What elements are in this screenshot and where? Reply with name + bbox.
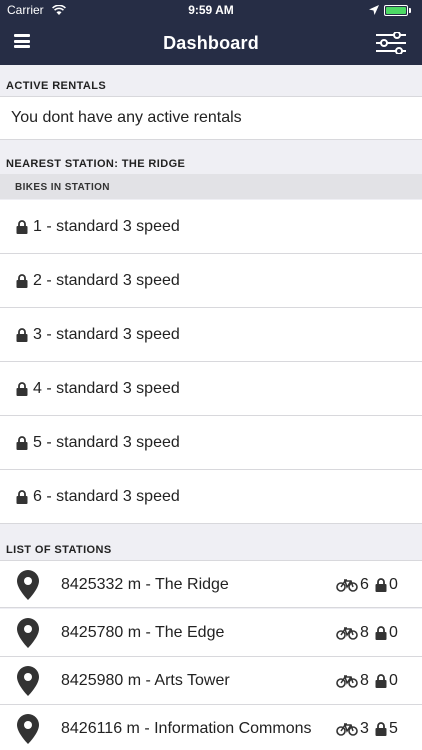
bike-label: 3 - standard 3 speed (33, 326, 180, 343)
lock-icon (375, 722, 387, 736)
stations-header: LIST OF STATIONS (6, 544, 112, 556)
active-rentals-header: ACTIVE RENTALS (6, 80, 107, 92)
bike-label: 4 - standard 3 speed (33, 380, 180, 397)
lock-icon (16, 328, 28, 342)
nearest-station-header: NEAREST STATION: THE RIDGE (6, 158, 186, 170)
bike-row[interactable]: 1 - standard 3 speed (0, 200, 422, 254)
lock-icon (16, 382, 28, 396)
active-rentals-card: You dont have any active rentals (0, 96, 422, 140)
map-pin-icon (17, 618, 39, 648)
map-pin-icon (17, 714, 39, 744)
station-bike-count: 8 (360, 672, 369, 689)
lock-icon (375, 674, 387, 688)
station-lock-count: 0 (389, 624, 398, 641)
location-arrow-icon (369, 5, 379, 15)
station-lock-count: 0 (389, 576, 398, 593)
lock-icon (375, 578, 387, 592)
station-bike-count: 3 (360, 720, 369, 737)
station-row[interactable]: 8425980 m - Arts Tower 8 0 (0, 657, 422, 705)
station-lock-count: 0 (389, 672, 398, 689)
station-row[interactable]: 8425780 m - The Edge 8 0 (0, 609, 422, 657)
status-time: 9:59 AM (188, 3, 234, 17)
station-name: 8425332 m - The Ridge (61, 576, 229, 593)
bike-row[interactable]: 4 - standard 3 speed (0, 362, 422, 416)
bike-label: 5 - standard 3 speed (33, 434, 180, 451)
lock-icon (16, 490, 28, 504)
bike-label: 6 - standard 3 speed (33, 488, 180, 505)
bicycle-icon (336, 627, 358, 640)
bike-row[interactable]: 5 - standard 3 speed (0, 416, 422, 470)
bike-row[interactable]: 2 - standard 3 speed (0, 254, 422, 308)
map-pin-icon (17, 570, 39, 600)
station-row[interactable]: 8425332 m - The Ridge 6 0 (0, 560, 422, 608)
lock-icon (16, 436, 28, 450)
station-lock-count: 5 (389, 720, 398, 737)
lock-icon (16, 220, 28, 234)
status-bar: Carrier 9:59 AM (0, 0, 422, 20)
bike-row[interactable]: 3 - standard 3 speed (0, 308, 422, 362)
map-pin-icon (17, 666, 39, 696)
lock-icon (375, 626, 387, 640)
bicycle-icon (336, 723, 358, 736)
page-title: Dashboard (163, 33, 259, 53)
bikes-in-station-header: BIKES IN STATION (0, 174, 422, 199)
battery-tip (409, 8, 411, 13)
lock-icon (16, 274, 28, 288)
bike-label: 1 - standard 3 speed (33, 218, 180, 235)
bike-label: 2 - standard 3 speed (33, 272, 180, 289)
station-name: 8426116 m - Information Commons (61, 720, 312, 737)
active-rentals-message: You dont have any active rentals (11, 109, 242, 126)
station-bike-count: 8 (360, 624, 369, 641)
bike-row[interactable]: 6 - standard 3 speed (0, 470, 422, 524)
station-name: 8425780 m - The Edge (61, 624, 225, 641)
nav-bar: Dashboard (0, 20, 422, 65)
station-row[interactable]: 8426116 m - Information Commons 3 5 (0, 705, 422, 750)
station-bike-count: 6 (360, 576, 369, 593)
filter-icon[interactable] (376, 32, 406, 54)
bicycle-icon (336, 675, 358, 688)
battery-icon (384, 5, 408, 16)
station-name: 8425980 m - Arts Tower (61, 672, 230, 689)
bicycle-icon (336, 579, 358, 592)
